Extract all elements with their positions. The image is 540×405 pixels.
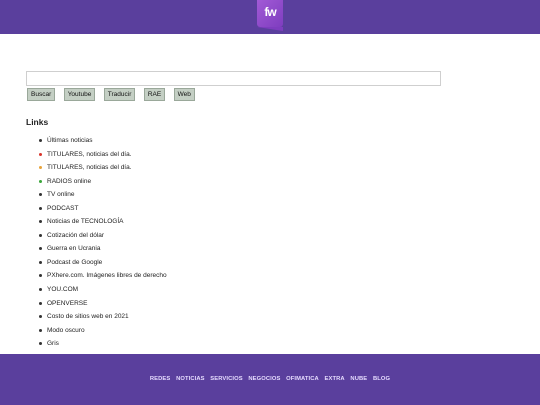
link-item[interactable]: Guerra en Ucrania <box>35 243 167 257</box>
link-label[interactable]: PXhere.com. Imágenes libres de derecho <box>47 272 167 279</box>
bullet-icon <box>39 247 42 251</box>
link-item[interactable]: Gris <box>35 338 167 352</box>
footer-link-blog[interactable]: BLOG <box>373 376 390 382</box>
link-label[interactable]: Modo oscuro <box>47 327 85 334</box>
links-heading: Links <box>26 117 49 127</box>
traducir-button[interactable]: Traducir <box>103 88 136 101</box>
link-label[interactable]: Últimas noticias <box>47 137 93 144</box>
link-item[interactable]: Modo oscuro <box>35 325 167 339</box>
bullet-icon <box>39 260 42 264</box>
footer-link-servicios[interactable]: SERVICIOS <box>210 376 242 382</box>
link-item[interactable]: TV online <box>35 189 167 203</box>
bullet-icon <box>39 328 42 332</box>
youtube-button[interactable]: Youtube <box>63 88 96 101</box>
footer-link-ofimatica[interactable]: OFIMATICA <box>286 376 319 382</box>
link-label[interactable]: PODCAST <box>47 205 78 212</box>
link-item[interactable]: PXhere.com. Imágenes libres de derecho <box>35 270 167 284</box>
link-item[interactable]: Podcast de Google <box>35 257 167 271</box>
bullet-icon <box>39 166 42 170</box>
link-item[interactable]: Últimas noticias <box>35 135 167 149</box>
bullet-icon <box>39 342 42 346</box>
bullet-icon <box>39 274 42 278</box>
link-item[interactable]: OPENVERSE <box>35 298 167 312</box>
link-label[interactable]: Cotización del dólar <box>47 232 104 239</box>
links-list: Últimas noticias TITULARES, noticias del… <box>35 135 167 352</box>
link-label[interactable]: Guerra en Ucrania <box>47 245 100 252</box>
link-label[interactable]: TITULARES, noticias del día. <box>47 151 132 158</box>
link-item[interactable]: PODCAST <box>35 203 167 217</box>
search-input[interactable] <box>26 71 441 86</box>
bullet-icon <box>39 220 42 224</box>
bullet-icon <box>39 139 42 142</box>
link-label[interactable]: YOU.COM <box>47 286 78 293</box>
bullet-icon <box>39 179 42 183</box>
bullet-icon <box>39 193 42 197</box>
bullet-icon <box>39 288 42 292</box>
search-buttons: Buscar Youtube Traducir RAE Web <box>27 88 199 101</box>
footer-link-noticias[interactable]: NOTICIAS <box>176 376 205 382</box>
link-item[interactable]: TITULARES, noticias del día. <box>35 149 167 163</box>
link-item[interactable]: TITULARES, noticias del día. <box>35 162 167 176</box>
top-header: fw <box>0 0 540 34</box>
bullet-icon <box>39 152 42 156</box>
footer-link-extra[interactable]: EXTRA <box>325 376 345 382</box>
link-item[interactable]: Noticias de TECNOLOGÍA <box>35 216 167 230</box>
link-label[interactable]: RADIOS online <box>47 178 91 185</box>
footer-link-redes[interactable]: REDES <box>150 376 170 382</box>
link-item[interactable]: RADIOS online <box>35 176 167 190</box>
link-label[interactable]: TV online <box>47 191 74 198</box>
link-label[interactable]: TITULARES, noticias del día. <box>47 164 132 171</box>
bullet-icon <box>39 315 42 319</box>
footer-link-nube[interactable]: NUBE <box>350 376 367 382</box>
buscar-button[interactable]: Buscar <box>27 88 56 101</box>
link-label[interactable]: OPENVERSE <box>47 300 87 307</box>
bullet-icon <box>39 301 42 305</box>
link-label[interactable]: Noticias de TECNOLOGÍA <box>47 218 123 225</box>
link-label[interactable]: Gris <box>47 340 59 347</box>
link-item[interactable]: Costo de sitios web en 2021 <box>35 311 167 325</box>
footer: REDES NOTICIAS SERVICIOS NEGOCIOS OFIMAT… <box>0 354 540 405</box>
bullet-icon <box>39 206 42 210</box>
link-label[interactable]: Podcast de Google <box>47 259 102 266</box>
footer-nav: REDES NOTICIAS SERVICIOS NEGOCIOS OFIMAT… <box>0 376 540 382</box>
footer-link-negocios[interactable]: NEGOCIOS <box>248 376 280 382</box>
rae-button[interactable]: RAE <box>143 88 166 101</box>
web-button[interactable]: Web <box>173 88 195 101</box>
link-label[interactable]: Costo de sitios web en 2021 <box>47 313 129 320</box>
link-item[interactable]: YOU.COM <box>35 284 167 298</box>
bullet-icon <box>39 233 42 237</box>
link-item[interactable]: Cotización del dólar <box>35 230 167 244</box>
fw-logo-icon[interactable]: fw <box>257 0 283 31</box>
